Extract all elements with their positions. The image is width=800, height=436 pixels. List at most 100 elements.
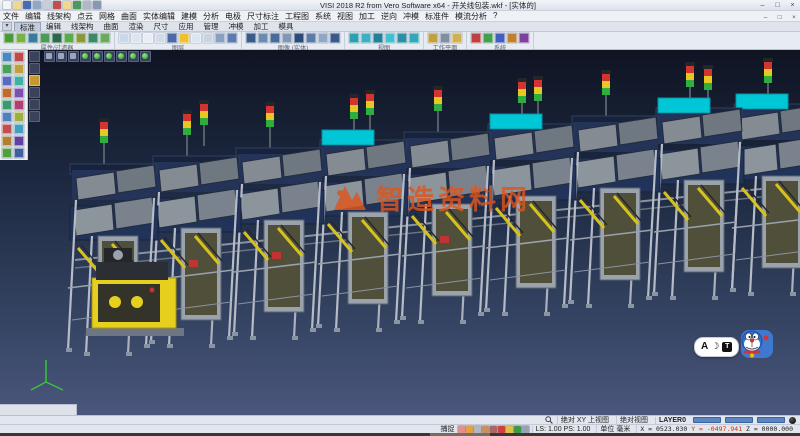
layer-tool-icon[interactable] xyxy=(155,33,165,43)
draw-tool-icon[interactable] xyxy=(2,136,12,146)
shading-tool-icon[interactable] xyxy=(282,33,292,43)
viewport-side-icon-5[interactable] xyxy=(29,111,40,122)
filter-tool-icon[interactable] xyxy=(40,33,50,43)
view-orientation-icon[interactable] xyxy=(116,51,127,62)
snap-intersect-icon[interactable] xyxy=(498,426,505,433)
view-tool-icon[interactable] xyxy=(385,33,395,43)
draw-tool-icon[interactable] xyxy=(14,124,24,134)
layer-tool-icon[interactable] xyxy=(191,33,201,43)
view-orientation-icon[interactable] xyxy=(128,51,139,62)
view-tool-icon[interactable] xyxy=(68,51,79,62)
snap-point-icon[interactable] xyxy=(458,426,465,433)
menu-item-15[interactable]: 逆向 xyxy=(378,11,400,22)
view-orientation-icon[interactable] xyxy=(140,51,151,62)
print-icon[interactable] xyxy=(43,1,51,9)
tab-1[interactable]: 编辑 xyxy=(41,22,66,31)
snap-quad-icon[interactable] xyxy=(490,426,497,433)
draw-tool-icon[interactable] xyxy=(2,76,12,86)
snap-center-icon[interactable] xyxy=(482,426,489,433)
draw-tool-icon[interactable] xyxy=(2,112,12,122)
shading-tool-icon[interactable] xyxy=(306,33,316,43)
ime-status-pill[interactable]: A ☽ T xyxy=(694,337,739,357)
shading-tool-icon[interactable] xyxy=(270,33,280,43)
layer-tool-icon[interactable] xyxy=(119,33,129,43)
workplane-tool-icon[interactable] xyxy=(428,33,438,43)
filter-tool-icon[interactable] xyxy=(52,33,62,43)
redo-icon[interactable] xyxy=(93,1,101,9)
menu-item-5[interactable]: 曲面 xyxy=(118,11,140,22)
tab-4[interactable]: 渲染 xyxy=(124,22,149,31)
shading-tool-icon[interactable] xyxy=(258,33,268,43)
menu-item-19[interactable]: ? xyxy=(490,11,500,22)
view-orientation-icon[interactable] xyxy=(92,51,103,62)
filter-tool-icon[interactable] xyxy=(88,33,98,43)
open-file-icon[interactable] xyxy=(13,1,21,9)
snap-grid-icon[interactable] xyxy=(474,426,481,433)
system-tool-icon[interactable] xyxy=(507,33,517,43)
view-orientation-icon[interactable] xyxy=(80,51,91,62)
grid-toggle-icon[interactable] xyxy=(522,426,529,433)
snap-tangent-icon[interactable] xyxy=(506,426,513,433)
scale-indicator[interactable]: LS: 1.00 PS: 1.00 xyxy=(532,426,594,433)
layer-tool-icon[interactable] xyxy=(227,33,237,43)
filter-tool-icon[interactable] xyxy=(16,33,26,43)
render-mode-sphere-icon[interactable] xyxy=(789,417,796,424)
highlighted-fixture[interactable] xyxy=(736,94,788,109)
shading-tool-icon[interactable] xyxy=(246,33,256,43)
shading-tool-icon[interactable] xyxy=(330,33,340,43)
filter-tool-icon[interactable] xyxy=(100,33,110,43)
tab-9[interactable]: 加工 xyxy=(249,22,274,31)
menu-item-13[interactable]: 视图 xyxy=(334,11,356,22)
view-tool-icon[interactable] xyxy=(56,51,67,62)
new-file-icon[interactable] xyxy=(3,1,11,9)
workplane-tool-icon[interactable] xyxy=(440,33,450,43)
draw-tool-icon[interactable] xyxy=(14,64,24,74)
maximize-button[interactable]: □ xyxy=(770,2,785,9)
magnifier-icon[interactable] xyxy=(545,416,553,424)
save-icon[interactable] xyxy=(23,1,31,9)
filter-tool-icon[interactable] xyxy=(4,33,14,43)
menu-item-0[interactable]: 文件 xyxy=(0,11,22,22)
view-tool-icon[interactable] xyxy=(373,33,383,43)
layer-tool-icon[interactable] xyxy=(203,33,213,43)
layer-tool-icon[interactable] xyxy=(143,33,153,43)
view-tool-icon[interactable] xyxy=(44,51,55,62)
ime-keyboard-icon[interactable]: T xyxy=(722,342,732,352)
menu-item-8[interactable]: 分析 xyxy=(200,11,222,22)
close-button[interactable]: × xyxy=(785,2,800,9)
tab-2[interactable]: 线架构 xyxy=(66,22,99,31)
viewport-side-icon-2[interactable] xyxy=(29,75,40,86)
menu-item-1[interactable]: 编辑 xyxy=(22,11,44,22)
menu-item-2[interactable]: 线架构 xyxy=(44,11,74,22)
draw-tool-icon[interactable] xyxy=(14,88,24,98)
status-blue-button[interactable] xyxy=(693,417,721,423)
draw-tool-icon[interactable] xyxy=(2,88,12,98)
shading-tool-icon[interactable] xyxy=(294,33,304,43)
draw-tool-icon[interactable] xyxy=(14,148,24,158)
menu-item-14[interactable]: 加工 xyxy=(356,11,378,22)
viewport-side-icon-0[interactable] xyxy=(29,51,40,62)
shading-tool-icon[interactable] xyxy=(318,33,328,43)
draw-tool-icon[interactable] xyxy=(2,52,12,62)
undo-icon[interactable] xyxy=(83,1,91,9)
tab-10[interactable]: 模具 xyxy=(274,22,299,31)
save-all-icon[interactable] xyxy=(33,1,41,9)
tab-3[interactable]: 曲面 xyxy=(99,22,124,31)
workplane-tool-icon[interactable] xyxy=(452,33,462,43)
menu-item-6[interactable]: 实体编辑 xyxy=(140,11,178,22)
draw-tool-icon[interactable] xyxy=(14,112,24,122)
draw-tool-icon[interactable] xyxy=(2,100,12,110)
layer-tool-icon[interactable] xyxy=(167,33,177,43)
draw-tool-icon[interactable] xyxy=(14,100,24,110)
filter-tool-icon[interactable] xyxy=(64,33,74,43)
menu-item-3[interactable]: 点云 xyxy=(74,11,96,22)
view-orientation-icon[interactable] xyxy=(104,51,115,62)
draw-tool-icon[interactable] xyxy=(14,76,24,86)
system-tool-icon[interactable] xyxy=(471,33,481,43)
menu-item-9[interactable]: 电极 xyxy=(222,11,244,22)
draw-tool-icon[interactable] xyxy=(2,124,12,134)
menu-item-17[interactable]: 标准件 xyxy=(422,11,452,22)
draw-tool-icon[interactable] xyxy=(14,52,24,62)
view-tool-icon[interactable] xyxy=(397,33,407,43)
ime-toolbar[interactable]: A ☽ T xyxy=(694,328,773,365)
